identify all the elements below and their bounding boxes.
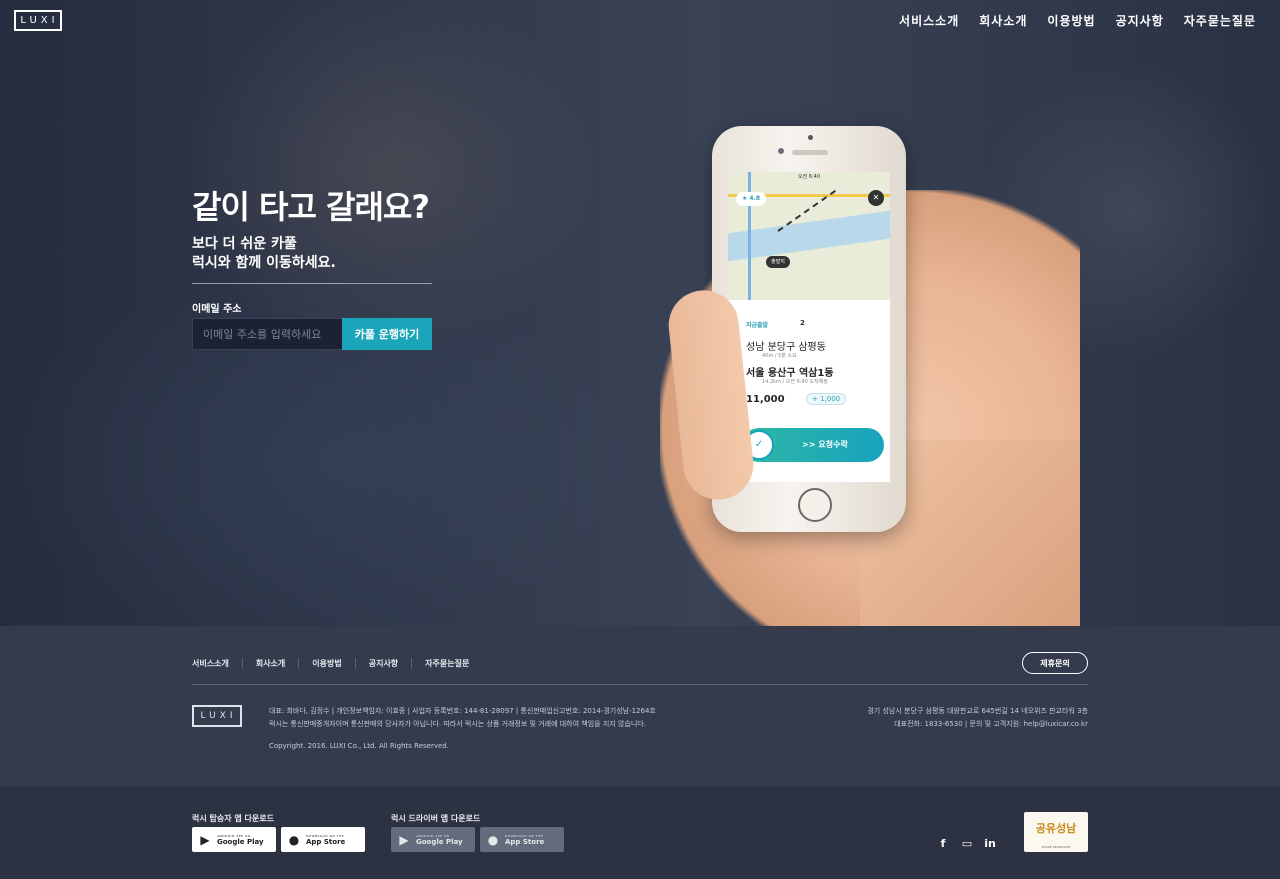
email-label: 이메일 주소 (192, 304, 242, 315)
phone-home-button (798, 488, 832, 522)
footer-link-faq[interactable]: 자주묻는질문 (411, 658, 482, 669)
origin-detail: 40m / 5분 소요 (762, 353, 797, 359)
destination-text: 서울 용산구 역삼1동 (746, 368, 834, 379)
hero-headline: 같이 타고 갈래요? (192, 188, 430, 226)
footer-divider (192, 684, 1088, 685)
price-text: 11,000 (746, 394, 785, 405)
share-seongnam-badge: 공유성남 SHARE SEONGNAM (1024, 812, 1088, 852)
phone-speaker (792, 150, 828, 155)
map-river (728, 210, 890, 262)
price-plus-badge: + 1,000 (806, 393, 847, 405)
badge-text: 공유성남 (1035, 822, 1077, 835)
partnership-button[interactable]: 제휴문의 (1022, 652, 1088, 674)
email-input[interactable] (192, 318, 343, 350)
apple-icon: ● (487, 832, 499, 847)
company-address: 경기 성남시 분당구 삼평동 대왕판교로 645번길 14 네오위즈 판교타워 … (867, 705, 1088, 731)
passenger-download-label: 럭시 탑승자 앱 다운로드 (192, 814, 274, 823)
store-name: App Store (505, 837, 545, 846)
store-name: Google Play (217, 837, 264, 846)
footer-logo: LUXI (192, 705, 242, 727)
linkedin-icon[interactable]: in (983, 837, 997, 851)
phone-camera (778, 148, 784, 154)
footer-link-company[interactable]: 회사소개 (241, 658, 298, 669)
footer-nav: 서비스소개 회사소개 이용방법 공지사항 자주묻는질문 (192, 658, 482, 669)
hero-section: LUXI 서비스소개 회사소개 이용방법 공지사항 자주묻는질문 같이 타고 갈… (0, 0, 1280, 626)
badge-subtext: SHARE SEONGNAM (1041, 845, 1071, 849)
company-info-line: 대표: 최바다, 김정수 | 개인정보책임자: 이효종 | 사업자 등록번호: … (269, 707, 656, 715)
driver-app-store-button[interactable]: ● DOWNLOAD ON THE App Store (480, 827, 564, 852)
passenger-count: 2 (800, 319, 805, 327)
address-line: 경기 성남시 분당구 삼평동 대왕판교로 645번길 14 네오위즈 판교타워 … (867, 707, 1088, 715)
google-play-icon: ▶ (200, 832, 210, 847)
nav-item-notice[interactable]: 공지사항 (1116, 12, 1164, 29)
store-name: App Store (306, 837, 346, 846)
footer-link-notice[interactable]: 공지사항 (354, 658, 411, 669)
divider (192, 283, 432, 284)
ride-label: 지금출발 (746, 322, 769, 329)
google-play-icon: ▶ (399, 832, 409, 847)
carpool-drive-button[interactable]: 카풀 운행하기 (342, 318, 432, 350)
nav-item-faq[interactable]: 자주묻는질문 (1184, 12, 1256, 29)
nav-item-company[interactable]: 회사소개 (979, 12, 1027, 29)
map-pin: 출발지 (766, 256, 790, 268)
rating-badge: ★ 4.8 (736, 192, 766, 206)
nav-item-service[interactable]: 서비스소개 (899, 12, 959, 29)
hero-subline: 보다 더 쉬운 카풀 (192, 236, 297, 252)
copyright: Copyright. 2016. LUXI Co., Ltd. All Righ… (269, 742, 449, 750)
chat-icon[interactable]: ▭ (960, 837, 974, 851)
logo[interactable]: LUXI (14, 10, 62, 31)
footer-link-service[interactable]: 서비스소개 (192, 658, 242, 669)
phone-screen: 오전 6:40 ★ 4.8 ✕ 출발지 지금출발 2 성남 분당구 삼평동 40… (728, 172, 890, 482)
status-bar-time: 오전 6:40 (797, 174, 821, 180)
company-info-line: 럭시는 통신판매중개자이며 통신판매의 당사자가 아닙니다. 따라서 럭시는 상… (269, 720, 646, 728)
passenger-google-play-button[interactable]: ▶ ANDROID APP ON Google Play (192, 827, 276, 852)
nav-item-howto[interactable]: 이용방법 (1047, 12, 1095, 29)
company-info: 대표: 최바다, 김정수 | 개인정보책임자: 이효종 | 사업자 등록번호: … (269, 705, 656, 731)
close-icon: ✕ (868, 190, 884, 206)
footer-link-howto[interactable]: 이용방법 (298, 658, 354, 669)
passenger-app-store-button[interactable]: ● DOWNLOAD ON THE App Store (281, 827, 365, 852)
footer: 서비스소개 회사소개 이용방법 공지사항 자주묻는질문 제휴문의 LUXI 대표… (0, 626, 1280, 786)
hero-subline: 럭시와 함께 이동하세요. (192, 255, 336, 271)
destination-detail: 14.2km / 오전 9:40 도착예정 (762, 379, 828, 385)
apple-icon: ● (288, 832, 300, 847)
app-map: 오전 6:40 ★ 4.8 ✕ 출발지 (728, 172, 890, 300)
driver-google-play-button[interactable]: ▶ ANDROID APP ON Google Play (391, 827, 475, 852)
contact-line: 대표전화: 1833-6530 | 문의 및 고객지원: help@luxica… (894, 720, 1088, 728)
store-name: Google Play (416, 837, 463, 846)
top-nav: 서비스소개 회사소개 이용방법 공지사항 자주묻는질문 (899, 12, 1256, 29)
facebook-icon[interactable]: f (936, 837, 950, 851)
download-bar: 럭시 탑승자 앱 다운로드 ▶ ANDROID APP ON Google Pla… (0, 786, 1280, 879)
origin-text: 성남 분당구 삼평동 (746, 342, 826, 353)
driver-download-label: 럭시 드라이버 앱 다운로드 (391, 814, 481, 823)
phone-sensor (808, 135, 813, 140)
